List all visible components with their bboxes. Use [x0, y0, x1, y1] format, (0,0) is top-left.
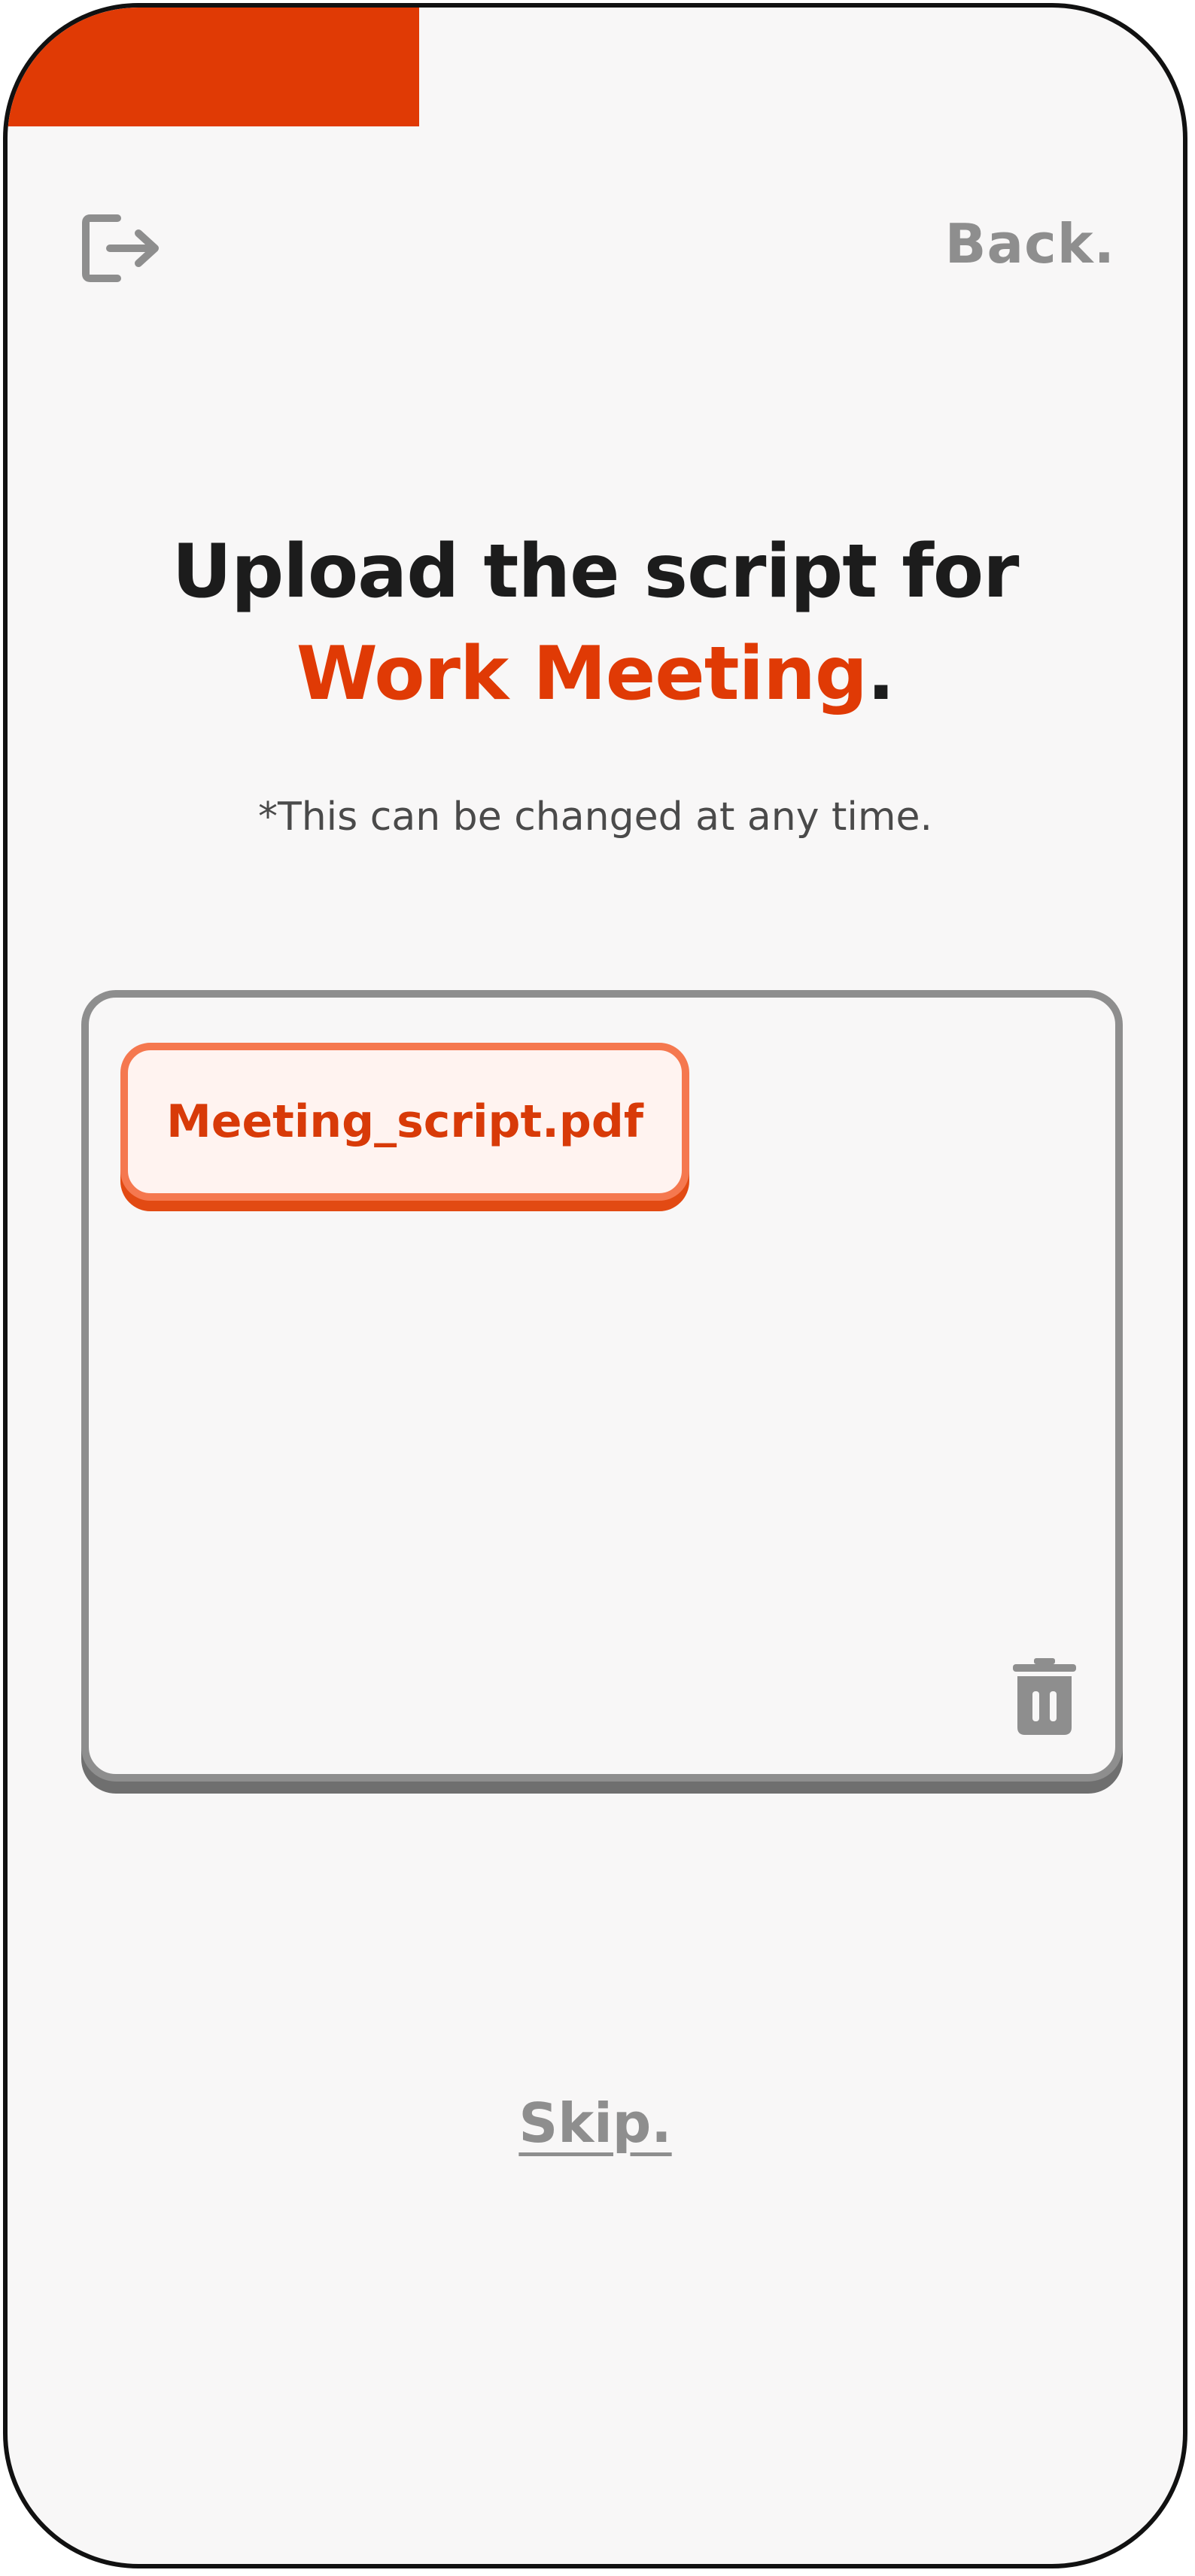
skip-label: Skip.: [518, 2091, 672, 2155]
skip-link[interactable]: Skip.: [8, 2091, 1183, 2155]
trash-icon: [1013, 1658, 1076, 1735]
title-line-2: Work Meeting.: [8, 623, 1183, 725]
back-button[interactable]: Back.: [945, 212, 1115, 275]
progress-fill: [8, 8, 419, 126]
meeting-name: Work Meeting: [296, 631, 868, 717]
progress-bar: [8, 8, 1183, 126]
delete-file-button[interactable]: [1013, 1658, 1076, 1735]
logout-icon: [82, 214, 159, 282]
uploaded-file-chip[interactable]: Meeting_script.pdf: [120, 1043, 689, 1201]
title-line-1: Upload the script for: [172, 529, 1020, 615]
upload-dropzone[interactable]: Meeting_script.pdf: [81, 990, 1123, 1782]
file-name: Meeting_script.pdf: [166, 1095, 643, 1148]
phone-frame: Back. Upload the script for Work Meeting…: [3, 3, 1187, 2568]
logout-button[interactable]: [78, 211, 166, 286]
change-note: *This can be changed at any time.: [257, 794, 933, 840]
page-title: Upload the script for Work Meeting.: [8, 521, 1183, 725]
title-period: .: [867, 631, 895, 717]
